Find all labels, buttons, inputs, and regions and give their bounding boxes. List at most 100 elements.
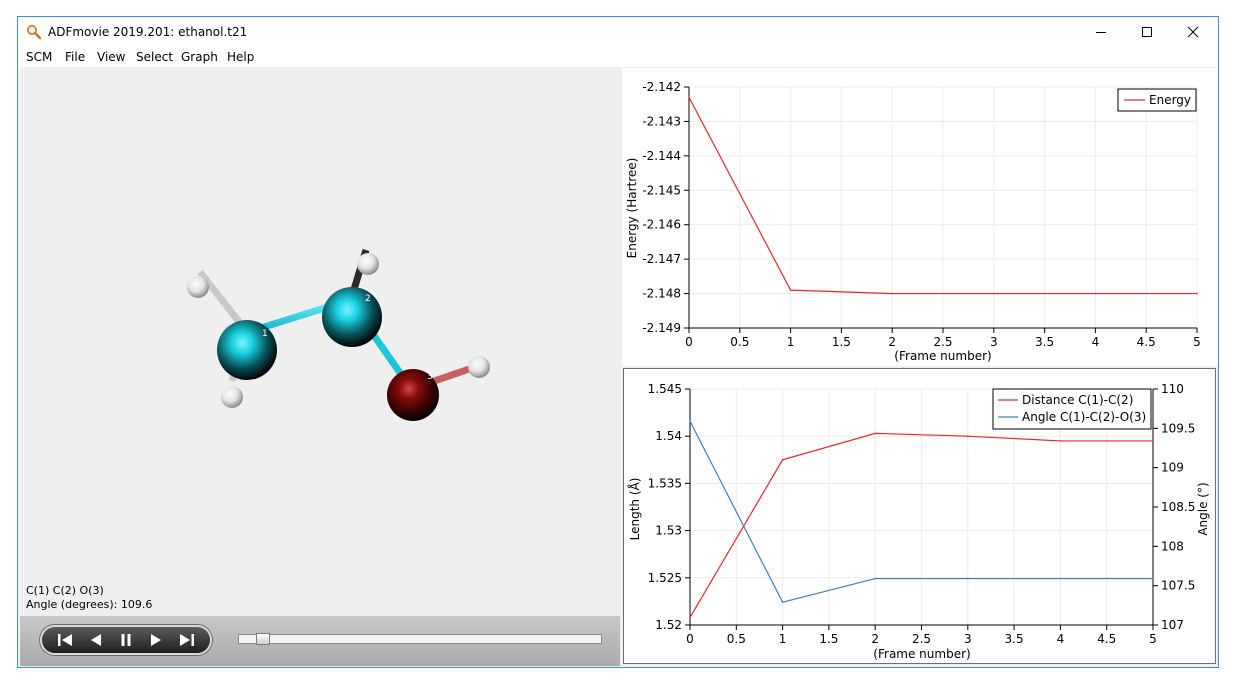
- x-tick-label: 4: [1057, 632, 1065, 646]
- data-point: [689, 616, 691, 619]
- molecule-viewer[interactable]: 1 2 3 C(1) C(2) O(3) Angle (degrees): 10…: [20, 68, 620, 616]
- close-icon: [1187, 26, 1199, 38]
- x-tick-label: 1: [787, 335, 795, 349]
- y-tick-label: -2.149: [642, 321, 681, 335]
- pause-icon: [121, 634, 131, 646]
- hydrogen-atom: [357, 253, 379, 275]
- legend-label-energy: Energy: [1149, 93, 1191, 107]
- x-tick-label: 0: [685, 335, 693, 349]
- y2-axis-label: Angle (°): [1196, 482, 1210, 535]
- y-tick-label: 1.54: [655, 429, 682, 443]
- title-bar[interactable]: ADFmovie 2019.201: ethanol.t21: [18, 17, 1218, 47]
- x-tick-label: 4: [1092, 335, 1100, 349]
- y-tick-label: -2.144: [642, 149, 681, 163]
- skip-to-end-icon: [179, 634, 194, 646]
- window-title: ADFmovie 2019.201: ethanol.t21: [48, 25, 248, 39]
- data-point: [688, 96, 690, 99]
- data-point: [781, 601, 784, 603]
- menu-view[interactable]: View: [97, 50, 125, 64]
- y-axis-label: Length (Å): [627, 478, 642, 541]
- menu-scm[interactable]: SCM: [26, 50, 52, 64]
- carbon-atom-1[interactable]: [217, 320, 277, 380]
- pause-button[interactable]: [114, 629, 138, 651]
- x-tick-label: 5: [1193, 335, 1201, 349]
- magnifier-icon: [27, 25, 42, 40]
- geometry-chart[interactable]: 0 0.5 1 1.5 2 2.5 3 3.5 4 4.5 5 1.5451.541.5351.53…: [624, 369, 1215, 663]
- y-tick-label: 1.535: [648, 476, 682, 490]
- maximize-icon: [1142, 27, 1152, 37]
- carbon-atom-2[interactable]: [322, 287, 382, 347]
- x-axis-label: (Frame number): [894, 349, 991, 363]
- y-axis-ticks: 1.545 1.54 1.535 1.53 1.525 1.52: [648, 382, 690, 632]
- y-tick-label: 1.545: [648, 382, 682, 396]
- x-tick-label: 3.5: [1035, 335, 1054, 349]
- legend: Energy: [1117, 88, 1197, 112]
- menu-bar: SCM File View Select Graph Help: [18, 47, 1218, 67]
- geometry-graph-panel[interactable]: 0 0.5 1 1.5 2 2.5 3 3.5 4 4.5 5 1.545 1.54 1.535 1.53…: [623, 368, 1216, 664]
- x-tick-label: 0: [686, 632, 694, 646]
- y-tick-label: -2.146: [642, 218, 681, 232]
- y-tick-label: -2.147: [642, 252, 681, 266]
- step-back-icon: [90, 634, 101, 646]
- selection-info: C(1) C(2) O(3): [26, 584, 104, 597]
- atom-label: 3: [427, 372, 433, 382]
- data-point: [1152, 577, 1154, 580]
- x-tick-label: 4.5: [1137, 335, 1156, 349]
- x-tick-label: 0.5: [727, 632, 746, 646]
- y2-tick-label: 110: [1161, 382, 1184, 396]
- x-tick-label: 2: [888, 335, 896, 349]
- data-point: [1196, 292, 1198, 295]
- y-tick-label: -2.143: [642, 114, 681, 128]
- y-tick-label: 1.53: [655, 524, 682, 538]
- x-tick-label: 5: [1149, 632, 1157, 646]
- x-tick-label: 3.5: [1005, 632, 1024, 646]
- data-point: [967, 435, 969, 437]
- y-tick-label: 1.525: [648, 571, 682, 585]
- x-tick-label: 1.5: [819, 632, 838, 646]
- x-axis-ticks: 0 0.5 1 1.5 2 2.5 3 3.5 4 4.5 5: [685, 328, 1201, 349]
- data-point: [874, 432, 876, 435]
- maximize-button[interactable]: [1124, 17, 1170, 47]
- data-point: [781, 459, 784, 461]
- step-back-button[interactable]: [84, 629, 108, 651]
- x-axis-label: (Frame number): [873, 647, 970, 661]
- legend-label-distance: Distance C(1)-C(2): [1022, 393, 1133, 407]
- data-point: [874, 577, 876, 580]
- menu-file[interactable]: File: [65, 50, 85, 64]
- data-point: [789, 289, 792, 291]
- frame-slider[interactable]: [238, 633, 602, 645]
- playback-bar: [20, 616, 620, 666]
- skip-to-end-button[interactable]: [175, 629, 199, 651]
- data-point: [689, 420, 691, 423]
- play-button[interactable]: [144, 629, 168, 651]
- frame-slider-handle[interactable]: [255, 633, 270, 645]
- minimize-button[interactable]: [1078, 17, 1124, 47]
- y-tick-label: -2.148: [642, 287, 681, 301]
- x-tick-label: 3: [964, 632, 972, 646]
- y2-tick-label: 107.5: [1161, 579, 1195, 593]
- y2-tick-label: 109.5: [1161, 421, 1195, 435]
- skip-to-start-button[interactable]: [53, 629, 77, 651]
- energy-chart[interactable]: 0 0.5 1 1.5 2 2.5 3 3.5 4 4.5 5 -2.142 -2.143 -2.144…: [622, 68, 1218, 366]
- molecule-canvas[interactable]: 1 2 3: [20, 68, 620, 616]
- menu-graph[interactable]: Graph: [181, 50, 218, 64]
- x-tick-label: 1: [779, 632, 787, 646]
- data-point: [967, 577, 969, 580]
- close-button[interactable]: [1170, 17, 1216, 47]
- x-tick-label: 2.5: [912, 632, 931, 646]
- hydrogen-atom: [187, 276, 209, 298]
- menu-select[interactable]: Select: [136, 50, 173, 64]
- y-tick-label: -2.142: [642, 80, 681, 94]
- data-point: [1059, 577, 1062, 580]
- data-point: [891, 292, 893, 295]
- hydrogen-atom: [468, 356, 490, 378]
- y2-axis-ticks: 110 109.5 109 108.5 108 107.5 107: [1153, 382, 1195, 632]
- x-tick-label: 1.5: [832, 335, 851, 349]
- data-point: [993, 292, 995, 295]
- grid: [688, 86, 1198, 329]
- menu-help[interactable]: Help: [227, 50, 254, 64]
- skip-to-start-icon: [58, 634, 73, 646]
- x-tick-label: 3: [990, 335, 998, 349]
- data-point: [1059, 440, 1062, 442]
- energy-graph-panel[interactable]: 0 0.5 1 1.5 2 2.5 3 3.5 4 4.5 5 -2.142 -2.143 -2.144…: [622, 68, 1218, 366]
